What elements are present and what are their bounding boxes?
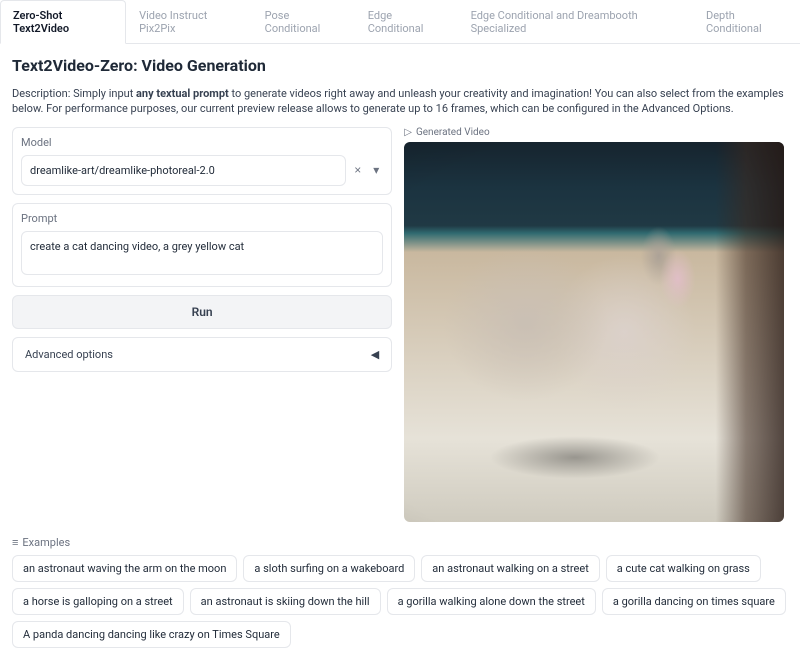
- example-chip[interactable]: A panda dancing dancing like crazy on Ti…: [12, 621, 291, 648]
- tab-zero-shot[interactable]: Zero-Shot Text2Video: [0, 0, 126, 44]
- tab-pose[interactable]: Pose Conditional: [252, 0, 355, 44]
- list-icon: ≡: [12, 536, 18, 549]
- desc-bold: any textual prompt: [136, 87, 229, 100]
- desc-prefix: Description: Simply input: [12, 87, 136, 100]
- model-field: Model × ▾: [12, 127, 392, 195]
- tab-depth[interactable]: Depth Conditional: [693, 0, 800, 44]
- tab-edge[interactable]: Edge Conditional: [355, 0, 458, 44]
- prompt-field: Prompt create a cat dancing video, a gre…: [12, 203, 392, 287]
- example-chip[interactable]: a gorilla dancing on times square: [602, 588, 786, 615]
- tab-video-instruct[interactable]: Video Instruct Pix2Pix: [126, 0, 252, 44]
- generated-video[interactable]: [404, 142, 784, 522]
- tabs-bar: Zero-Shot Text2Video Video Instruct Pix2…: [0, 0, 800, 44]
- advanced-label: Advanced options: [25, 348, 113, 361]
- generated-video-label: ▷ Generated Video: [404, 127, 788, 138]
- model-dropdown-button[interactable]: ▾: [369, 159, 383, 181]
- advanced-options-toggle[interactable]: Advanced options ◀: [12, 337, 392, 372]
- chevron-left-icon: ◀: [371, 348, 379, 361]
- examples-header: ≡ Examples: [12, 536, 788, 549]
- prompt-input[interactable]: create a cat dancing video, a grey yello…: [21, 231, 383, 275]
- example-chip[interactable]: a sloth surfing on a wakeboard: [243, 555, 415, 582]
- example-chip[interactable]: an astronaut walking on a street: [421, 555, 600, 582]
- chevron-down-icon: ▾: [373, 163, 379, 177]
- examples-list: an astronaut waving the arm on the moon …: [12, 555, 788, 648]
- examples-header-label: Examples: [22, 536, 70, 549]
- video-label-text: Generated Video: [416, 127, 490, 138]
- model-label: Model: [21, 136, 383, 149]
- play-icon: ▷: [404, 127, 412, 138]
- example-chip[interactable]: a horse is galloping on a street: [12, 588, 184, 615]
- model-clear-button[interactable]: ×: [350, 159, 365, 181]
- prompt-label: Prompt: [21, 212, 383, 225]
- run-button[interactable]: Run: [12, 295, 392, 329]
- description: Description: Simply input any textual pr…: [12, 86, 788, 117]
- example-chip[interactable]: a cute cat walking on grass: [606, 555, 761, 582]
- page-title: Text2Video-Zero: Video Generation: [12, 56, 788, 75]
- model-input[interactable]: [21, 155, 346, 186]
- example-chip[interactable]: an astronaut is skiing down the hill: [190, 588, 381, 615]
- example-chip[interactable]: an astronaut waving the arm on the moon: [12, 555, 237, 582]
- example-chip[interactable]: a gorilla walking alone down the street: [387, 588, 596, 615]
- tab-edge-dreambooth[interactable]: Edge Conditional and Dreambooth Speciali…: [458, 0, 693, 44]
